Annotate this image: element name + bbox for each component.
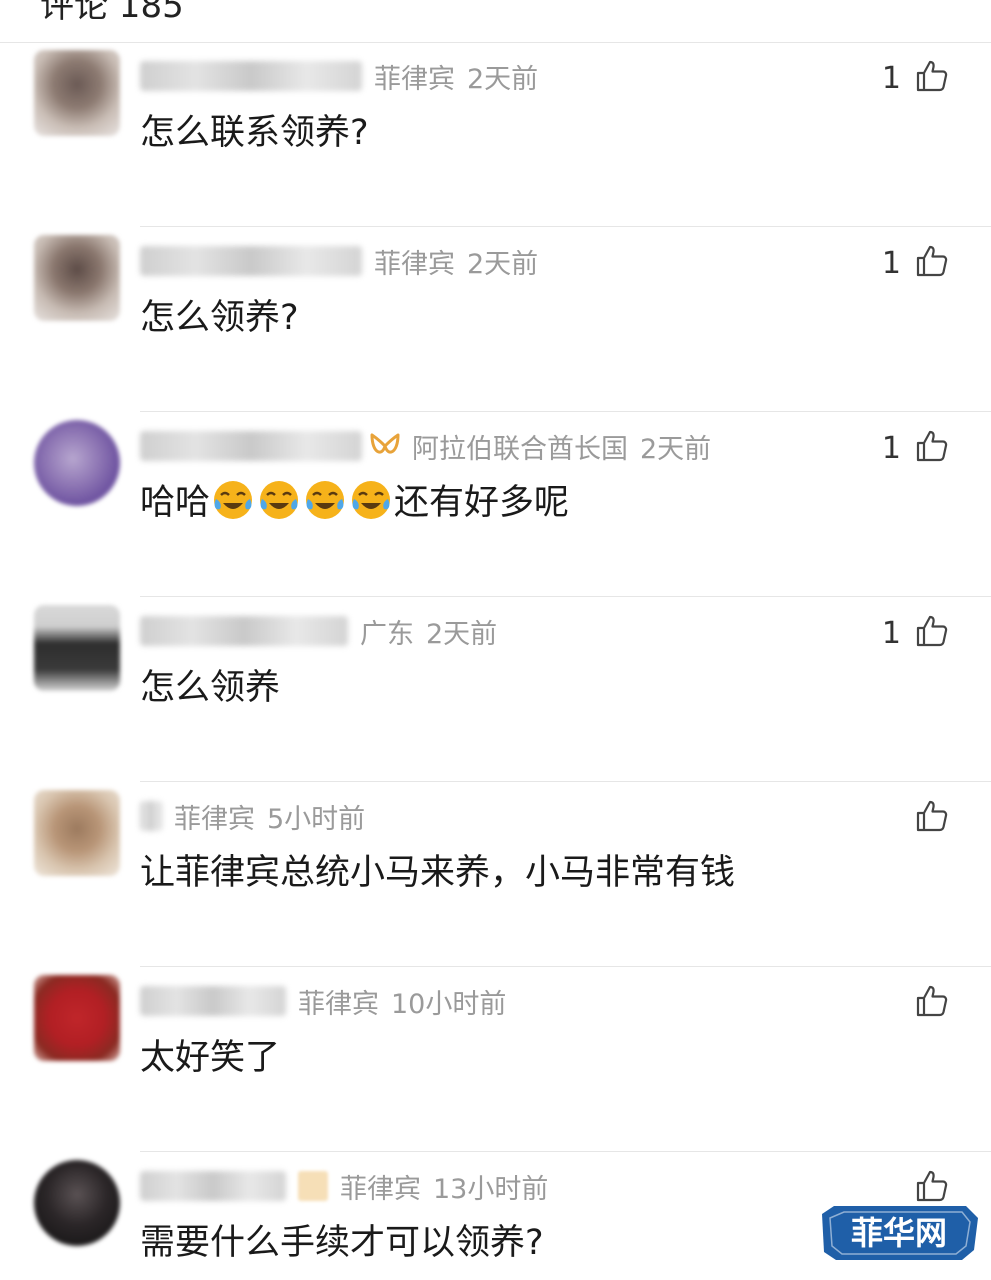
thumb-up-icon[interactable] <box>915 614 949 652</box>
comment-location: 菲律宾 <box>374 248 455 280</box>
like-button[interactable] <box>901 983 949 1023</box>
like-count: 1 <box>881 430 901 466</box>
comment-item[interactable]: 菲律宾 5小时前 让菲律宾总统小马来养，小马非常有钱 <box>0 782 991 967</box>
thumb-up-icon[interactable] <box>915 429 949 467</box>
comment-time: 13小时前 <box>433 1173 549 1205</box>
vip-badge-icon <box>368 429 402 463</box>
avatar[interactable] <box>34 790 120 876</box>
avatar[interactable] <box>34 50 120 136</box>
comment-item[interactable]: 阿拉伯联合酋长国 2天前 哈哈 还有好多呢 1 <box>0 412 991 597</box>
laugh-cry-emoji-icon <box>350 479 392 521</box>
comment-text: 让菲律宾总统小马来养，小马非常有钱 <box>140 853 736 893</box>
comment-item[interactable]: 菲律宾 2天前 怎么领养? 1 <box>0 227 991 412</box>
comment-location: 菲律宾 <box>374 63 455 95</box>
like-count: 1 <box>881 60 901 96</box>
comment-text: 需要什么手续才可以领养? <box>140 1223 544 1263</box>
thumb-up-icon[interactable] <box>915 59 949 97</box>
thumb-up-icon[interactable] <box>915 799 949 837</box>
username-blurred[interactable] <box>140 1171 286 1201</box>
watermark-logo: 菲华网 <box>816 1200 982 1266</box>
like-button[interactable] <box>901 798 949 838</box>
comment-location: 菲律宾 <box>340 1173 421 1205</box>
laugh-cry-emoji-icon <box>212 479 254 521</box>
like-button[interactable]: 1 <box>882 613 949 653</box>
username-blurred[interactable] <box>140 986 286 1016</box>
comment-location: 菲律宾 <box>298 988 379 1020</box>
laugh-cry-emoji-icon <box>258 479 300 521</box>
comment-time: 2天前 <box>640 433 712 465</box>
like-button[interactable]: 1 <box>882 58 949 98</box>
comment-item[interactable]: 广东 2天前 怎么领养 1 <box>0 597 991 782</box>
watermark-text: 菲华网 <box>851 1214 947 1252</box>
username-blurred[interactable] <box>140 801 162 831</box>
comment-text: 怎么领养 <box>140 668 281 708</box>
comment-time: 10小时前 <box>391 988 507 1020</box>
like-count: 1 <box>881 245 901 281</box>
avatar[interactable] <box>34 605 120 691</box>
avatar[interactable] <box>34 235 120 321</box>
laugh-cry-emoji-icon <box>304 479 346 521</box>
comment-text-after: 还有好多呢 <box>394 483 570 523</box>
thumb-up-icon[interactable] <box>915 244 949 282</box>
avatar[interactable] <box>34 975 120 1061</box>
comment-text: 怎么领养? <box>140 298 299 338</box>
username-blurred[interactable] <box>140 616 348 646</box>
comments-header: 评论 185 <box>0 0 991 43</box>
like-button[interactable]: 1 <box>882 243 949 283</box>
comment-time: 2天前 <box>426 618 498 650</box>
badge-icon <box>298 1171 328 1201</box>
avatar[interactable] <box>34 1160 120 1246</box>
thumb-up-icon[interactable] <box>915 984 949 1022</box>
comment-location: 菲律宾 <box>174 803 255 835</box>
comments-count-label: 评论 185 <box>40 0 184 26</box>
like-button[interactable]: 1 <box>882 428 949 468</box>
comment-time: 2天前 <box>467 248 539 280</box>
username-blurred[interactable] <box>140 431 362 461</box>
comment-time: 2天前 <box>467 63 539 95</box>
comment-time: 5小时前 <box>267 803 366 835</box>
username-blurred[interactable] <box>140 61 362 91</box>
comment-location: 阿拉伯联合酋长国 <box>412 433 628 465</box>
comment-text: 哈哈 还有好多呢 <box>140 474 569 525</box>
comment-item[interactable]: 菲律宾 2天前 怎么联系领养? 1 <box>0 42 991 227</box>
comment-item[interactable]: 菲律宾 10小时前 太好笑了 <box>0 967 991 1152</box>
avatar[interactable] <box>34 420 120 506</box>
username-blurred[interactable] <box>140 246 362 276</box>
comment-text: 太好笑了 <box>140 1038 281 1078</box>
comment-text: 怎么联系领养? <box>140 113 369 153</box>
like-count: 1 <box>881 615 901 651</box>
comment-text-before: 哈哈 <box>140 483 211 523</box>
comment-location: 广东 <box>360 618 414 650</box>
